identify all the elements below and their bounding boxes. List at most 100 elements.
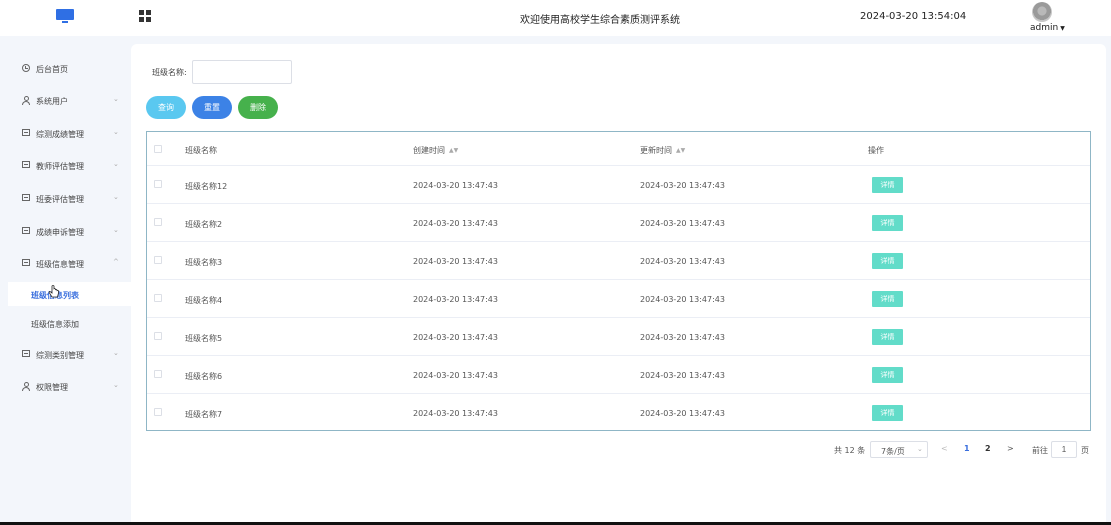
- sidebar-item-label: 教师评估管理: [36, 162, 84, 171]
- cell-created: 2024-03-20 13:47:43: [413, 295, 498, 304]
- row-checkbox[interactable]: [154, 256, 162, 264]
- reset-button[interactable]: 重置: [192, 96, 232, 119]
- table-row: 班级名称12 2024-03-20 13:47:43 2024-03-20 13…: [147, 166, 1090, 204]
- row-checkbox[interactable]: [154, 218, 162, 226]
- chevron-down-icon: ⌄: [113, 193, 119, 201]
- cell-created: 2024-03-20 13:47:43: [413, 333, 498, 342]
- table-header: 班级名称 创建时间 ▲▼ 更新时间 ▲▼ 操作: [147, 132, 1090, 166]
- sidebar-subitem-label: 班级信息添加: [31, 320, 79, 329]
- detail-button[interactable]: 详情: [872, 177, 903, 193]
- cell-updated: 2024-03-20 13:47:43: [640, 333, 725, 342]
- sidebar-item-teacher-evaluation[interactable]: 教师评估管理 ⌄: [0, 155, 131, 175]
- sidebar-item-label: 综测类别管理: [36, 351, 84, 360]
- site-title: 欢迎使用高校学生综合素质测评系统: [520, 15, 680, 26]
- sidebar-item-label: 权限管理: [36, 383, 68, 392]
- column-header-updated[interactable]: 更新时间 ▲▼: [640, 145, 685, 156]
- cell-created: 2024-03-20 13:47:43: [413, 219, 498, 228]
- avatar[interactable]: [1032, 2, 1052, 22]
- goto-label: 前往: [1032, 446, 1048, 455]
- row-checkbox[interactable]: [154, 370, 162, 378]
- monitor-icon[interactable]: [56, 9, 74, 24]
- table-row: 班级名称2 2024-03-20 13:47:43 2024-03-20 13:…: [147, 204, 1090, 242]
- grid-menu-icon[interactable]: [139, 10, 151, 22]
- table-row: 班级名称6 2024-03-20 13:47:43 2024-03-20 13:…: [147, 356, 1090, 394]
- chevron-down-icon: ⌄: [113, 349, 119, 357]
- sidebar-item-class-management[interactable]: 班级信息管理 ^: [0, 253, 131, 273]
- sidebar-subitem-class-list[interactable]: 班级信息列表: [8, 282, 131, 306]
- page-number-1[interactable]: 1: [964, 444, 970, 453]
- goto-page-input[interactable]: [1051, 441, 1077, 458]
- cell-created: 2024-03-20 13:47:43: [413, 257, 498, 266]
- cell-name: 班级名称3: [185, 258, 223, 267]
- cell-name: 班级名称4: [185, 296, 223, 305]
- detail-button[interactable]: 详情: [872, 253, 903, 269]
- cell-updated: 2024-03-20 13:47:43: [640, 181, 725, 190]
- clock-icon: [22, 64, 30, 72]
- table-row: 班级名称3 2024-03-20 13:47:43 2024-03-20 13:…: [147, 242, 1090, 280]
- detail-button[interactable]: 详情: [872, 405, 903, 421]
- class-table: 班级名称 创建时间 ▲▼ 更新时间 ▲▼ 操作 班级名称12 2024-03-20 …: [146, 131, 1091, 431]
- cell-created: 2024-03-20 13:47:43: [413, 371, 498, 380]
- datetime-display: 2024-03-20 13:54:04: [860, 11, 967, 22]
- user-icon: [22, 96, 30, 105]
- box-icon: [22, 161, 30, 169]
- chevron-down-icon: ⌄: [113, 95, 119, 103]
- cell-name: 班级名称5: [185, 334, 223, 343]
- sidebar-item-appeal-management[interactable]: 成绩申诉管理 ⌄: [0, 221, 131, 241]
- chevron-down-icon: ⌄: [113, 160, 119, 168]
- column-header-actions: 操作: [868, 146, 884, 155]
- chevron-down-icon: ⌄: [113, 128, 119, 136]
- cell-name: 班级名称6: [185, 372, 223, 381]
- chevron-up-icon: ^: [113, 258, 119, 266]
- table-row: 班级名称7 2024-03-20 13:47:43 2024-03-20 13:…: [147, 394, 1090, 432]
- query-button[interactable]: 查询: [146, 96, 186, 119]
- detail-button[interactable]: 详情: [872, 329, 903, 345]
- detail-button[interactable]: 详情: [872, 367, 903, 383]
- next-page-button[interactable]: >: [1007, 444, 1014, 453]
- cell-name: 班级名称7: [185, 410, 223, 419]
- page-size-select[interactable]: 7条/页 ⌄: [870, 441, 928, 458]
- sidebar-item-system-users[interactable]: 系统用户 ⌄: [0, 90, 131, 110]
- sidebar-item-category-management[interactable]: 综测类别管理 ⌄: [0, 344, 131, 364]
- sidebar-item-permission-management[interactable]: 权限管理 ⌄: [0, 376, 131, 396]
- sidebar-item-score-management[interactable]: 综测成绩管理 ⌄: [0, 123, 131, 143]
- detail-button[interactable]: 详情: [872, 291, 903, 307]
- cell-updated: 2024-03-20 13:47:43: [640, 295, 725, 304]
- sort-icon[interactable]: ▲▼: [449, 147, 458, 154]
- sidebar-subitem-class-add[interactable]: 班级信息添加: [8, 311, 131, 335]
- page-suffix: 页: [1081, 446, 1089, 455]
- sidebar-item-home[interactable]: 后台首页: [0, 58, 131, 78]
- cell-created: 2024-03-20 13:47:43: [413, 181, 498, 190]
- username: admin: [1030, 23, 1059, 33]
- box-icon: [22, 194, 30, 202]
- chevron-down-icon: ⌄: [917, 445, 923, 453]
- sort-icon[interactable]: ▲▼: [676, 147, 685, 154]
- chevron-down-icon: ⌄: [113, 226, 119, 234]
- sidebar-subitem-label: 班级信息列表: [31, 291, 79, 300]
- page-size-value: 7条/页: [881, 447, 905, 456]
- column-header-created[interactable]: 创建时间 ▲▼: [413, 145, 458, 156]
- row-checkbox[interactable]: [154, 180, 162, 188]
- row-checkbox[interactable]: [154, 332, 162, 340]
- row-checkbox[interactable]: [154, 408, 162, 416]
- cell-updated: 2024-03-20 13:47:43: [640, 409, 725, 418]
- box-icon: [22, 350, 30, 358]
- detail-button[interactable]: 详情: [872, 215, 903, 231]
- page-number-2[interactable]: 2: [985, 444, 991, 453]
- cell-created: 2024-03-20 13:47:43: [413, 409, 498, 418]
- class-name-input[interactable]: [192, 60, 292, 84]
- delete-button[interactable]: 删除: [238, 96, 278, 119]
- row-checkbox[interactable]: [154, 294, 162, 302]
- cell-updated: 2024-03-20 13:47:43: [640, 257, 725, 266]
- table-row: 班级名称5 2024-03-20 13:47:43 2024-03-20 13:…: [147, 318, 1090, 356]
- sidebar-item-label: 班委评估管理: [36, 195, 84, 204]
- select-all-checkbox[interactable]: [154, 145, 162, 153]
- cell-name: 班级名称12: [185, 182, 228, 191]
- top-bar: 欢迎使用高校学生综合素质测评系统 2024-03-20 13:54:04 adm…: [0, 0, 1111, 36]
- sidebar-item-label: 班级信息管理: [36, 260, 84, 269]
- sidebar-item-label: 成绩申诉管理: [36, 228, 84, 237]
- user-menu[interactable]: admin ▼: [1028, 2, 1066, 34]
- sidebar-item-committee-evaluation[interactable]: 班委评估管理 ⌄: [0, 188, 131, 208]
- box-icon: [22, 259, 30, 267]
- prev-page-button[interactable]: <: [941, 444, 948, 453]
